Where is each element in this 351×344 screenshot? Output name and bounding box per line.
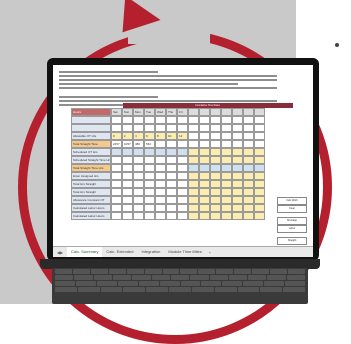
table-row [71,116,291,124]
spreadsheet-display: Cumulative Time Rates Hours Sat Sun Mon … [53,65,313,257]
decorative-dot [335,43,339,47]
laptop-screen: Cumulative Time Rates Hours Sat Sun Mon … [47,58,319,261]
table-row: Allowance Constant OT [71,196,291,204]
table-row: Total Hrs Straight [71,188,291,196]
shortage-button[interactable]: Shortage [277,217,307,225]
tab-calc-summary[interactable]: Calc. Summary [67,246,103,257]
table-row: Enter Assigned Hrs [71,172,291,180]
tab-module-time-miles[interactable]: Module Time Miles [164,247,205,257]
header-cell[interactable]: Hours [71,108,111,116]
table-row: Allowable OT Hrs 0 2 4 6 8 10 12 [71,132,291,140]
notes-block [53,65,313,106]
add-sheet-button[interactable]: + [206,250,214,255]
tab-integration[interactable]: Integration [137,247,164,257]
table-row: Calculated Labor Hours [71,212,291,220]
table-row: Total Straight Time 2457 1057 480 562 [71,140,291,148]
table-row: Total Straight Time Hrs [71,164,291,172]
labor-button[interactable]: Labor [277,225,307,233]
table-row: Total Hrs Straight [71,180,291,188]
clear-button[interactable]: Clear [277,205,307,213]
sheet-tabs-bar: ◀▶ Calc. Summary Calc. Extended Integrat… [53,246,313,257]
table-row: Hours Sat Sun Mon Tue Wed Thu Fri [71,108,291,116]
calc-work-button[interactable]: Calc Work [277,197,307,205]
spreadsheet-grid: Cumulative Time Rates Hours Sat Sun Mon … [71,103,293,220]
table-row: Calculated Labor Hours [71,204,291,212]
table-row: Scheduled OT Hrs [71,148,291,156]
table-row [71,124,291,132]
table-row: Scheduled Straight Time Hrs [71,156,291,164]
tab-calc-extended[interactable]: Calc. Extended [102,247,137,257]
straight-button[interactable]: Straight [277,237,307,245]
laptop-keyboard [52,268,308,304]
tab-scroll-icon[interactable]: ◀▶ [53,250,67,255]
